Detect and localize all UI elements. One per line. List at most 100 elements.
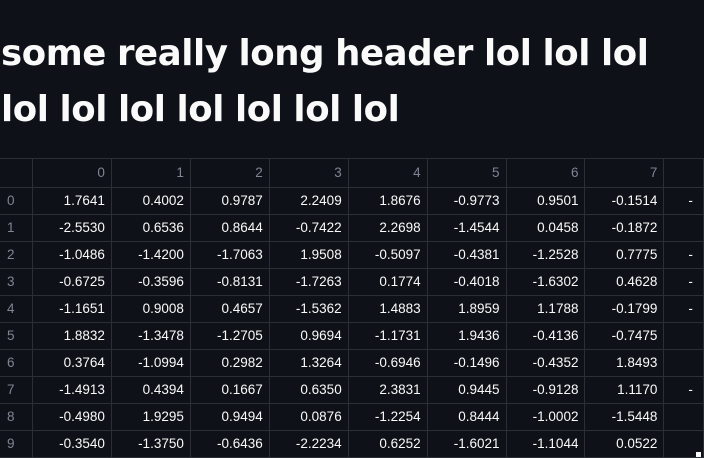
- table-cell[interactable]: -0.1496: [427, 349, 507, 377]
- table-cell[interactable]: -2.5530: [32, 214, 112, 242]
- table-cell[interactable]: -1.5448: [584, 403, 665, 431]
- table-cell[interactable]: 0.4394: [111, 376, 191, 404]
- table-cell[interactable]: 0.4002: [111, 187, 191, 215]
- table-cell[interactable]: -1.7263: [269, 268, 349, 296]
- column-header-7[interactable]: 7: [584, 159, 665, 188]
- table-cell[interactable]: -0.6946: [348, 349, 428, 377]
- table-cell[interactable]: 1.3264: [269, 349, 349, 377]
- table-cell[interactable]: -1.1044: [506, 430, 586, 458]
- table-cell[interactable]: 0.0876: [269, 403, 349, 431]
- table-cell[interactable]: -1.7063: [190, 241, 270, 269]
- table-cell[interactable]: 0.2982: [190, 349, 270, 377]
- table-cell[interactable]: -1.6021: [427, 430, 507, 458]
- table-cell[interactable]: -0.8131: [190, 268, 270, 296]
- table-cell[interactable]: -0.7422: [269, 214, 349, 242]
- table-cell[interactable]: -0.7475: [584, 322, 665, 350]
- table-cell[interactable]: -1.3478: [111, 322, 191, 350]
- table-cell[interactable]: -0.4018: [427, 268, 507, 296]
- table-cell[interactable]: -0.4352: [506, 349, 586, 377]
- table-cell[interactable]: -1.2254: [348, 403, 428, 431]
- table-cell[interactable]: 1.1170: [584, 376, 665, 404]
- table-cell[interactable]: -0.5097: [348, 241, 428, 269]
- table-cell[interactable]: 0.9694: [269, 322, 349, 350]
- table-cell[interactable]: -0.9773: [427, 187, 507, 215]
- table-cell[interactable]: 0.4628: [584, 268, 665, 296]
- table-cell[interactable]: -1.0002: [506, 403, 586, 431]
- table-cell-overflow[interactable]: -: [663, 268, 704, 296]
- table-cell[interactable]: -0.6436: [190, 430, 270, 458]
- table-cell[interactable]: 2.2409: [269, 187, 349, 215]
- table-cell[interactable]: -1.4544: [427, 214, 507, 242]
- table-cell[interactable]: -0.4980: [32, 403, 112, 431]
- table-cell[interactable]: 1.9436: [427, 322, 507, 350]
- table-cell[interactable]: -0.1872: [584, 214, 665, 242]
- table-cell[interactable]: -0.4136: [506, 322, 586, 350]
- table-cell[interactable]: 2.2698: [348, 214, 428, 242]
- table-cell[interactable]: 1.4883: [348, 295, 428, 323]
- table-cell[interactable]: 1.8959: [427, 295, 507, 323]
- table-cell-overflow[interactable]: [663, 214, 704, 242]
- table-cell[interactable]: -1.0486: [32, 241, 112, 269]
- table-cell[interactable]: -0.1514: [584, 187, 665, 215]
- table-cell[interactable]: -0.3540: [32, 430, 112, 458]
- table-cell[interactable]: 0.9445: [427, 376, 507, 404]
- table-cell[interactable]: 1.9295: [111, 403, 191, 431]
- table-cell[interactable]: 1.8493: [584, 349, 665, 377]
- table-cell[interactable]: 0.8444: [427, 403, 507, 431]
- table-cell-overflow[interactable]: [663, 349, 704, 377]
- table-cell[interactable]: -0.3596: [111, 268, 191, 296]
- column-header-3[interactable]: 3: [269, 159, 349, 188]
- table-cell-overflow[interactable]: -: [663, 241, 704, 269]
- table-cell[interactable]: 1.8676: [348, 187, 428, 215]
- column-header-overflow[interactable]: [663, 159, 704, 188]
- column-header-4[interactable]: 4: [348, 159, 428, 188]
- table-cell[interactable]: -0.9128: [506, 376, 586, 404]
- table-cell[interactable]: 0.0458: [506, 214, 586, 242]
- table-cell[interactable]: 0.6350: [269, 376, 349, 404]
- table-cell[interactable]: 0.0522: [584, 430, 665, 458]
- table-cell[interactable]: -1.2705: [190, 322, 270, 350]
- table-cell[interactable]: 0.7775: [584, 241, 665, 269]
- table-cell[interactable]: 1.8832: [32, 322, 112, 350]
- table-cell[interactable]: 0.4657: [190, 295, 270, 323]
- column-header-6[interactable]: 6: [506, 159, 586, 188]
- table-cell[interactable]: -1.5362: [269, 295, 349, 323]
- column-header-5[interactable]: 5: [427, 159, 507, 188]
- table-cell[interactable]: 0.3764: [32, 349, 112, 377]
- table-cell[interactable]: -2.2234: [269, 430, 349, 458]
- table-cell[interactable]: 0.6252: [348, 430, 428, 458]
- table-cell[interactable]: 2.3831: [348, 376, 428, 404]
- table-cell-overflow[interactable]: [663, 403, 704, 431]
- table-cell[interactable]: 0.9008: [111, 295, 191, 323]
- table-cell[interactable]: 0.9787: [190, 187, 270, 215]
- table-cell[interactable]: 1.1788: [506, 295, 586, 323]
- table-cell[interactable]: -1.1731: [348, 322, 428, 350]
- table-cell-overflow[interactable]: [663, 322, 704, 350]
- resize-handle-icon[interactable]: [696, 452, 701, 457]
- table-cell[interactable]: -1.1651: [32, 295, 112, 323]
- table-cell[interactable]: -1.0994: [111, 349, 191, 377]
- table-cell[interactable]: -1.2528: [506, 241, 586, 269]
- table-cell[interactable]: 0.9494: [190, 403, 270, 431]
- table-cell[interactable]: 0.6536: [111, 214, 191, 242]
- table-cell[interactable]: 0.1667: [190, 376, 270, 404]
- table-cell-overflow[interactable]: -: [663, 376, 704, 404]
- column-header-0[interactable]: 0: [32, 159, 112, 188]
- column-header-1[interactable]: 1: [111, 159, 191, 188]
- dataframe-viewer[interactable]: 01234567 0 1.7641 0.4002 0.9787 2.2409 1.8676…: [0, 158, 704, 458]
- table-cell-overflow[interactable]: -: [663, 187, 704, 215]
- table-cell[interactable]: 0.8644: [190, 214, 270, 242]
- column-header-2[interactable]: 2: [190, 159, 270, 188]
- table-cell[interactable]: 1.9508: [269, 241, 349, 269]
- table-cell[interactable]: -0.6725: [32, 268, 112, 296]
- table-cell[interactable]: -1.4200: [111, 241, 191, 269]
- table-cell[interactable]: 0.1774: [348, 268, 428, 296]
- table-cell[interactable]: 0.9501: [506, 187, 586, 215]
- table-cell[interactable]: -1.6302: [506, 268, 586, 296]
- table-cell[interactable]: -0.1799: [584, 295, 665, 323]
- table-cell-overflow[interactable]: -: [663, 295, 704, 323]
- table-cell[interactable]: 1.7641: [32, 187, 112, 215]
- table-cell[interactable]: -1.3750: [111, 430, 191, 458]
- table-cell[interactable]: -0.4381: [427, 241, 507, 269]
- table-cell[interactable]: -1.4913: [32, 376, 112, 404]
